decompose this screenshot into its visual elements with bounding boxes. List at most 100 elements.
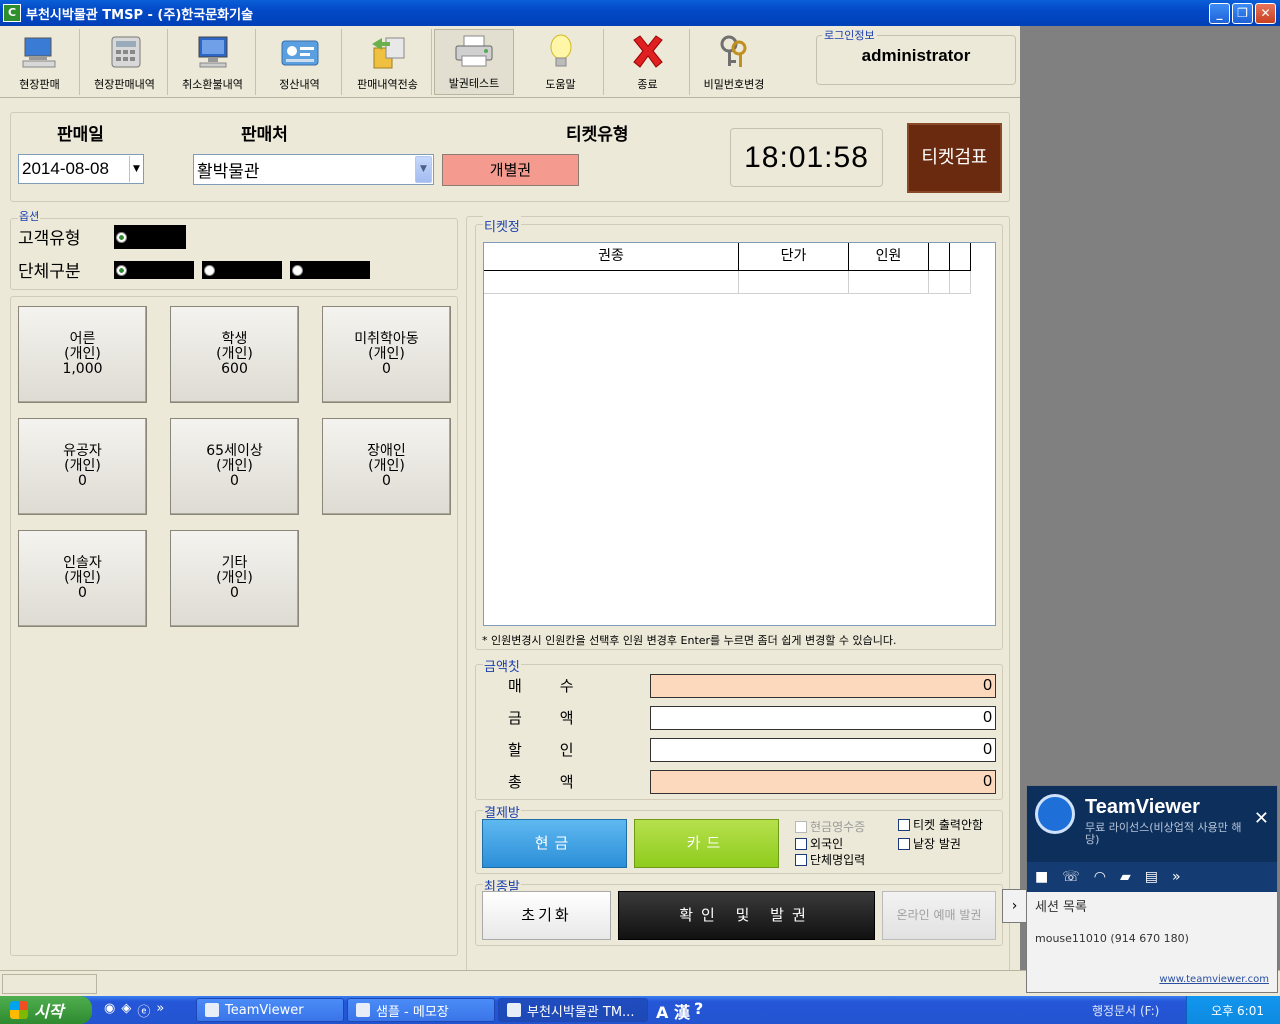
more-icon[interactable]: » <box>1172 869 1181 885</box>
teamviewer-action-bar: ■ ☏ ◠ ▰ ▤ » <box>1027 862 1277 892</box>
col-extra-2 <box>950 243 971 271</box>
checkbox-icon <box>795 820 807 833</box>
toolbar-settlement-button[interactable]: 정산내역 <box>258 29 342 95</box>
drive-indicator: 행정문서 (F:) <box>1092 1004 1160 1018</box>
ticket-tile-name: 인솔자 <box>63 555 102 571</box>
windows-logo-icon <box>10 1001 28 1019</box>
minimize-button[interactable]: _ <box>1209 3 1230 24</box>
group-type-radio-3[interactable] <box>290 261 370 279</box>
quicklaunch-icon-2[interactable]: ◈ <box>121 1001 131 1020</box>
toolbar-print-test-button[interactable]: 발권테스트 <box>434 29 514 95</box>
exit-x-icon <box>628 34 668 70</box>
ticket-tile-student[interactable]: 학생 (개인) 600 <box>170 306 299 403</box>
chat-icon[interactable]: ▰ <box>1120 869 1131 885</box>
reset-button[interactable]: 초기화 <box>482 891 611 940</box>
no-print-label: 티켓 출력안함 <box>913 818 984 832</box>
ime-label: A 漢 <box>656 1003 690 1022</box>
col-quantity[interactable]: 인원 <box>849 243 929 271</box>
app-icon: C <box>3 4 21 22</box>
ticket-tile-escort[interactable]: 인솔자 (개인) 0 <box>18 530 147 627</box>
amount-field[interactable]: 0 <box>650 706 996 730</box>
foreigner-checkbox[interactable]: 외국인 <box>795 835 843 852</box>
computer-icon <box>20 34 60 70</box>
checkbox-icon <box>795 837 807 850</box>
sale-date-value: 2014-08-08 <box>22 159 109 178</box>
close-button[interactable]: ✕ <box>1255 3 1276 24</box>
no-print-checkbox[interactable]: 티켓 출력안함 <box>898 816 983 833</box>
window-controls: _ ❐ ✕ <box>1209 3 1276 24</box>
ticket-check-button[interactable]: 티켓검표 <box>907 123 1002 193</box>
video-icon[interactable]: ■ <box>1035 869 1048 885</box>
ticket-tile-senior[interactable]: 65세이상 (개인) 0 <box>170 418 299 515</box>
teamviewer-close-icon[interactable]: ✕ <box>1254 808 1269 829</box>
login-info-legend: 로그인정보 <box>822 27 877 43</box>
ticket-table[interactable]: 권종 단가 인원 <box>483 242 996 626</box>
toolbar-sales-transfer-button[interactable]: 판매내역전송 <box>344 29 432 95</box>
toolbar-exit-button[interactable]: 종료 <box>606 29 690 95</box>
ticket-tile-veteran[interactable]: 유공자 (개인) 0 <box>18 418 147 515</box>
seller-select[interactable]: 활박물관 ▼ <box>193 154 434 185</box>
ticket-tile-disabled[interactable]: 장애인 (개인) 0 <box>322 418 451 515</box>
transfer-icon <box>368 34 408 70</box>
ime-indicator[interactable]: A 漢? <box>656 999 703 1023</box>
ticket-tile-name: 미취학아동 <box>354 331 419 347</box>
toolbar-label: 비밀번호변경 <box>703 78 765 91</box>
toolbar-label: 현장판매 <box>19 78 60 91</box>
cash-receipt-label: 현금영수증 <box>810 820 866 834</box>
sale-date-picker[interactable]: 2014-08-08 ▼ <box>18 154 144 184</box>
taskbar-item-tmsp[interactable]: 부천시박물관 TM... <box>498 998 648 1022</box>
confirm-issue-button[interactable]: 확인 및 발권 <box>618 891 875 940</box>
teamviewer-panel: TeamViewer 무료 라이선스(비상업적 사용만 해당) ✕ ■ ☏ ◠ … <box>1026 785 1278 993</box>
individual-issue-checkbox[interactable]: 낱장 발권 <box>898 835 961 852</box>
cash-button[interactable]: 현금 <box>482 819 627 868</box>
customer-type-label: 고객유형 <box>18 229 81 249</box>
table-row[interactable] <box>484 271 971 294</box>
teamviewer-link[interactable]: www.teamviewer.com <box>1159 974 1269 985</box>
toolbar-onsite-sales-button[interactable]: 현장판매 <box>0 29 80 95</box>
toolbar-help-button[interactable]: 도움말 <box>518 29 604 95</box>
start-button[interactable]: 시작 <box>0 996 92 1024</box>
ie-icon[interactable]: ⓔ <box>137 1001 150 1020</box>
teamviewer-expand-button[interactable]: › <box>1002 889 1026 923</box>
checkbox-icon <box>898 818 910 831</box>
quicklaunch-icon-1[interactable]: ◉ <box>104 1001 115 1020</box>
files-icon[interactable]: ▤ <box>1145 869 1158 885</box>
col-extra-1 <box>929 243 950 271</box>
ticket-tile-name: 유공자 <box>63 443 102 459</box>
ticket-tile-adult[interactable]: 어른 (개인) 1,000 <box>18 306 147 403</box>
toolbar-refund-history-button[interactable]: 취소환불내역 <box>170 29 256 95</box>
restore-button[interactable]: ❐ <box>1232 3 1253 24</box>
teamviewer-header: TeamViewer 무료 라이선스(비상업적 사용만 해당) ✕ <box>1027 786 1277 862</box>
group-name-checkbox[interactable]: 단체명입력 <box>795 851 865 868</box>
help-icon[interactable]: ? <box>694 999 703 1023</box>
col-ticket-kind[interactable]: 권종 <box>484 243 739 271</box>
discount-label: 할인 <box>508 741 612 759</box>
chevron-down-icon[interactable]: ▼ <box>415 156 432 183</box>
clock-display: 18:01:58 <box>730 128 883 187</box>
group-type-radio-2[interactable] <box>202 261 282 279</box>
toolbar-sales-history-button[interactable]: 현장판매내역 <box>82 29 168 95</box>
tmsp-task-icon <box>507 1003 521 1017</box>
ticket-tile-preschool[interactable]: 미취학아동 (개인) 0 <box>322 306 451 403</box>
discount-field[interactable]: 0 <box>650 738 996 762</box>
session-list-item[interactable]: mouse11010 (914 670 180) <box>1035 932 1189 945</box>
toolbar-change-password-button[interactable]: 비밀번호변경 <box>694 29 774 95</box>
card-button[interactable]: 카드 <box>634 819 779 868</box>
ticket-tile-other[interactable]: 기타 (개인) 0 <box>170 530 299 627</box>
col-unit-price[interactable]: 단가 <box>739 243 849 271</box>
ticket-tile-type: (개인) <box>216 346 253 362</box>
taskbar-item-label: TeamViewer <box>225 1002 304 1018</box>
taskbar-item-teamviewer[interactable]: TeamViewer <box>196 998 344 1022</box>
chevron-icon[interactable]: » <box>156 1001 164 1020</box>
phone-icon[interactable]: ☏ <box>1062 869 1080 885</box>
group-type-radio-1[interactable] <box>114 261 194 279</box>
headset-icon[interactable]: ◠ <box>1094 869 1106 885</box>
taskbar-item-notepad[interactable]: 샘플 - 메모장 <box>347 998 495 1022</box>
dropdown-arrow-icon[interactable]: ▼ <box>129 156 143 182</box>
ticket-tile-price: 0 <box>78 585 87 601</box>
ticket-type-button[interactable]: 개별권 <box>442 154 579 186</box>
ticket-tile-type: (개인) <box>64 346 101 362</box>
taskbar-item-label: 샘플 - 메모장 <box>376 1004 449 1020</box>
monitor-icon <box>193 34 233 70</box>
customer-type-radio[interactable] <box>114 225 186 249</box>
